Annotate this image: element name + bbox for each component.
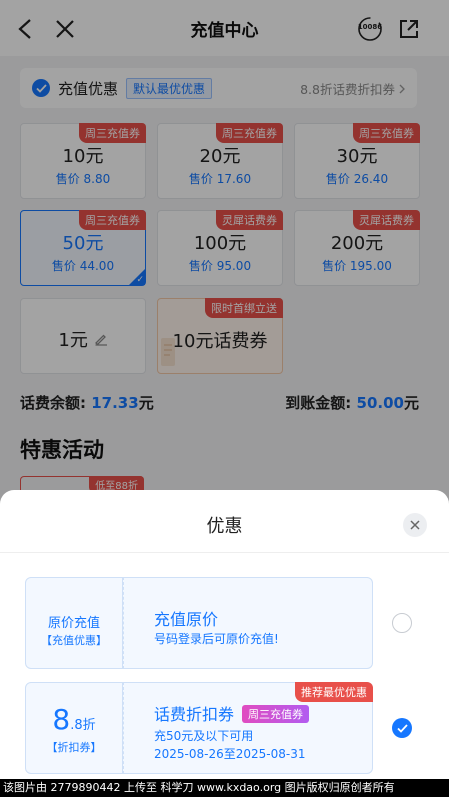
option-pill: 周三充值券 (242, 705, 310, 723)
option-left-panel: 8.8折 【折扣券】 (25, 682, 123, 774)
sheet-close-icon[interactable] (403, 513, 427, 537)
option-radio[interactable] (392, 613, 412, 633)
option-radio-selected[interactable] (392, 718, 412, 738)
recharge-page: 充值中心 10086 充值优惠 默认最优优惠 8.8折话费折扣券 周三充值券 1… (0, 0, 449, 797)
option-left-sub: 【折扣券】 (46, 741, 102, 754)
sheet-divider (0, 552, 449, 553)
option-right-panel: 推荐最优优惠 话费折扣券 周三充值券 充50元及以下可用 2025-08-26至2… (123, 682, 373, 774)
sheet-title: 优惠 (206, 516, 243, 537)
option-title: 充值原价 (154, 610, 219, 629)
discount-option-original[interactable]: 原价充值 【充值优惠】 充值原价 号码登录后可原价充值! (25, 577, 412, 669)
option-condition: 充50元及以下可用 (154, 729, 254, 743)
option-right-panel: 充值原价 号码登录后可原价充值! (123, 577, 373, 669)
watermark-footer: 该图片由 2779890442 上传至 科学刀 www.kxdao.org 图片… (0, 779, 449, 797)
option-title-row: 话费折扣券 周三充值券 (154, 701, 310, 725)
option-sub: 号码登录后可原价充值! (154, 632, 279, 646)
option-discount-value: 8.8折 (26, 703, 122, 736)
discount-big: 8 (52, 703, 71, 736)
option-title: 话费折扣券 (154, 705, 235, 724)
option-left-panel: 原价充值 【充值优惠】 (25, 577, 123, 669)
discount-sheet: 优惠 原价充值 【充值优惠】 充值原价 号码登录后可原价充值! 8.8折 【折扣… (0, 490, 449, 797)
option-validity: 2025-08-26至2025-08-31 (154, 747, 306, 761)
option-left-sub: 【充值优惠】 (41, 634, 107, 647)
recommend-badge: 推荐最优优惠 (295, 682, 373, 702)
discount-option-coupon[interactable]: 8.8折 【折扣券】 推荐最优优惠 话费折扣券 周三充值券 充50元及以下可用 2… (25, 682, 412, 774)
option-left-title: 原价充值 (47, 616, 100, 631)
discount-small: .8折 (70, 718, 96, 733)
